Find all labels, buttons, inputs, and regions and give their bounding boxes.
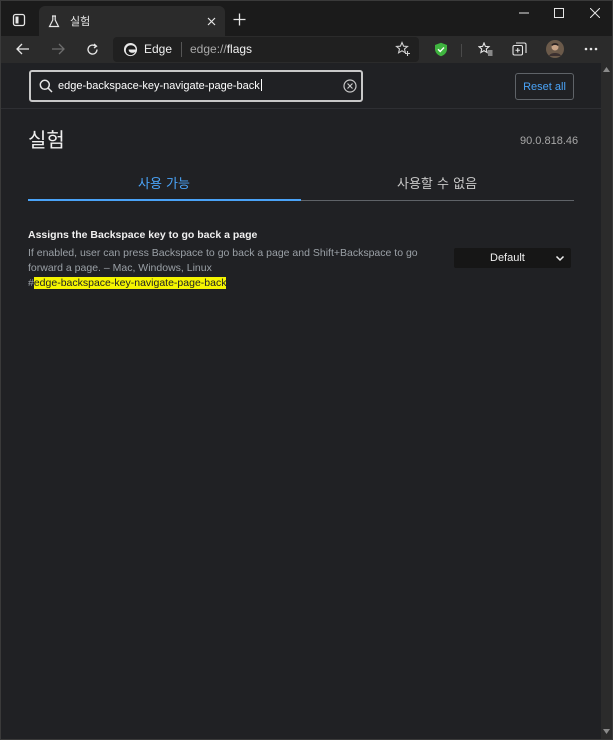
search-query-text: edge-backspace-key-navigate-page-back	[58, 80, 260, 92]
tab-close-button[interactable]	[204, 14, 218, 28]
plus-icon	[233, 13, 245, 25]
flags-page: edge-backspace-key-navigate-page-back Re…	[1, 63, 612, 739]
close-icon	[590, 8, 600, 18]
flask-icon	[48, 14, 60, 27]
toolbar-divider	[461, 44, 462, 57]
address-bar[interactable]: Edge edge://flags	[113, 37, 419, 62]
profile-button[interactable]	[544, 38, 566, 60]
vertical-scrollbar[interactable]	[601, 63, 612, 739]
refresh-icon	[86, 43, 98, 55]
experiment-title: Assigns the Backspace key to go back a p…	[28, 229, 258, 241]
search-icon	[39, 79, 53, 93]
arrow-right-icon	[52, 43, 65, 55]
address-separator	[181, 42, 182, 57]
close-icon	[207, 17, 215, 25]
experiment-permalink[interactable]: #edge-backspace-key-navigate-page-back	[28, 277, 574, 289]
site-identity-label: Edge	[144, 42, 173, 56]
refresh-button[interactable]	[81, 38, 103, 60]
permalink-hash: #	[28, 277, 34, 289]
favorites-button[interactable]	[474, 38, 496, 60]
add-favorite-button[interactable]	[395, 41, 411, 57]
maximize-button[interactable]	[541, 1, 577, 25]
back-button[interactable]	[12, 38, 34, 60]
browser-tab-active[interactable]: 실험	[39, 6, 225, 36]
edge-logo-icon	[123, 42, 138, 57]
tab-available[interactable]: 사용 가능	[138, 173, 190, 192]
navigation-toolbar: Edge edge://flags	[1, 36, 612, 63]
avatar	[546, 40, 564, 58]
clear-circle-icon	[343, 79, 357, 93]
tab-title: 실험	[70, 15, 91, 28]
url-text: edge://flags	[190, 42, 252, 56]
arrow-left-icon	[16, 43, 29, 55]
more-horizontal-icon	[584, 47, 598, 51]
experiment-description: If enabled, user can press Backspace to …	[28, 247, 418, 274]
minimize-icon	[519, 12, 529, 14]
select-value: Default	[490, 252, 525, 264]
experiment-item: Assigns the Backspace key to go back a p…	[28, 229, 574, 289]
collections-button[interactable]	[508, 38, 530, 60]
minimize-button[interactable]	[506, 1, 542, 25]
search-flags-input[interactable]: edge-backspace-key-navigate-page-back	[29, 70, 363, 102]
clear-search-button[interactable]	[343, 79, 357, 93]
version-label: 90.0.818.46	[520, 135, 579, 147]
extension-shield-button[interactable]	[430, 38, 452, 60]
shield-check-icon	[435, 42, 447, 56]
window-close-button[interactable]	[577, 1, 613, 25]
scroll-down-arrow-icon[interactable]	[603, 729, 610, 734]
browser-window: 실험 Edge edge://flags edge-backspace-key-…	[0, 0, 613, 740]
tab-actions-icon	[12, 13, 26, 27]
maximize-icon	[554, 8, 564, 18]
url-path: flags	[226, 42, 253, 56]
settings-more-button[interactable]	[580, 38, 602, 60]
active-tab-indicator	[28, 199, 301, 201]
reset-all-button[interactable]: Reset all	[515, 73, 574, 100]
scroll-up-arrow-icon[interactable]	[603, 67, 610, 72]
experiment-state-select[interactable]: Default	[454, 248, 571, 268]
flags-tabs: 사용 가능 사용할 수 없음	[28, 163, 574, 201]
star-plus-icon	[395, 41, 410, 56]
tab-unavailable[interactable]: 사용할 수 없음	[397, 173, 477, 192]
title-bar: 실험	[1, 1, 612, 36]
url-prefix: edge://	[190, 42, 227, 56]
new-tab-button[interactable]	[231, 11, 247, 27]
forward-button[interactable]	[47, 38, 69, 60]
permalink-highlighted-text: edge-backspace-key-navigate-page-back	[33, 277, 227, 289]
search-input-value: edge-backspace-key-navigate-page-back	[58, 79, 262, 92]
favorites-icon	[477, 42, 492, 56]
chevron-down-icon	[555, 255, 565, 262]
text-caret	[260, 79, 262, 91]
tab-actions-menu-button[interactable]	[9, 10, 29, 30]
search-header: edge-backspace-key-navigate-page-back Re…	[1, 63, 601, 109]
collections-icon	[511, 42, 527, 56]
page-title: 실험	[28, 128, 65, 152]
